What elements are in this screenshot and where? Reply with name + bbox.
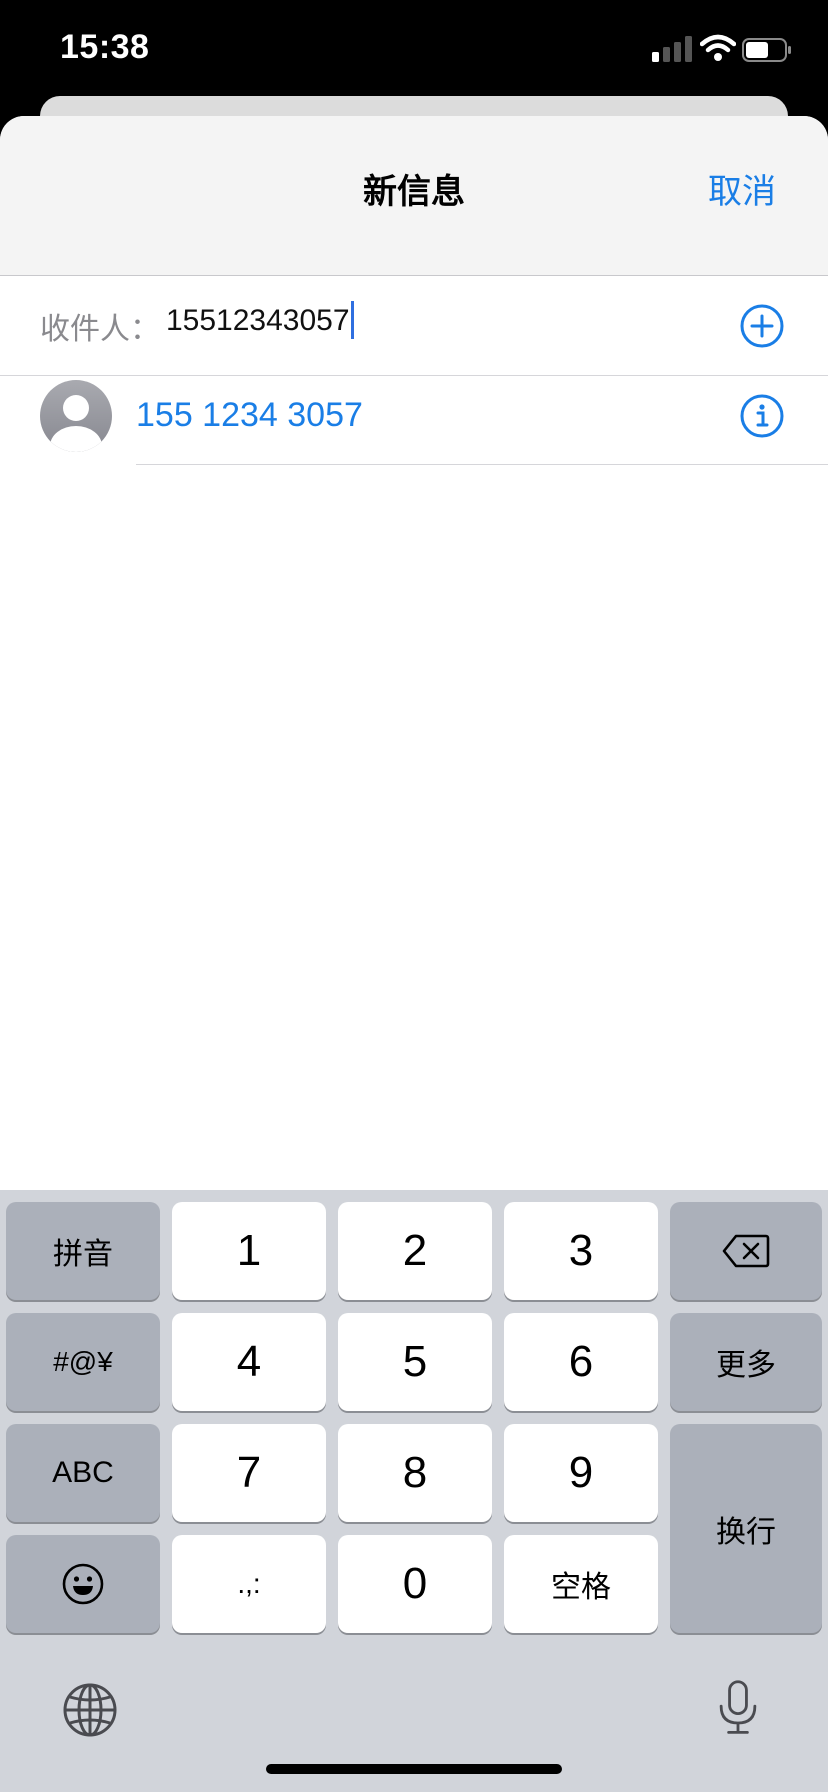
key-4[interactable]: 4 (172, 1313, 326, 1411)
key-label: 5 (402, 1337, 428, 1386)
key-3[interactable]: 3 (504, 1202, 658, 1300)
key-8[interactable]: 8 (338, 1424, 492, 1522)
status-time: 15:38 (60, 28, 150, 66)
key-label: .,: (237, 1568, 261, 1599)
key-label: 空格 (551, 1571, 611, 1604)
contact-suggestion[interactable]: 155 1234 3057 (0, 376, 828, 466)
cancel-button[interactable]: 取消 (708, 164, 776, 213)
key-label: 6 (568, 1337, 594, 1386)
key-more[interactable]: 更多 (670, 1313, 822, 1411)
cellular-signal-icon (652, 36, 692, 62)
keyboard: 拼音 1 2 3 #@¥ 4 5 6 更多 ABC 7 8 9 换行 .,: 0… (0, 1190, 828, 1792)
key-label: 9 (568, 1448, 594, 1497)
recipient-value: 15512343057 (166, 304, 350, 337)
key-2[interactable]: 2 (338, 1202, 492, 1300)
key-emoji[interactable] (6, 1535, 160, 1633)
key-abc[interactable]: ABC (6, 1424, 160, 1522)
microphone-icon[interactable] (708, 1678, 768, 1738)
key-6[interactable]: 6 (504, 1313, 658, 1411)
key-label: 1 (236, 1226, 262, 1275)
suggestion-number: 155 1234 3057 (136, 396, 363, 434)
nav-bar: 新信息 取消 (0, 116, 828, 276)
key-5[interactable]: 5 (338, 1313, 492, 1411)
key-1[interactable]: 1 (172, 1202, 326, 1300)
key-label: 换行 (716, 1515, 776, 1549)
battery-icon (742, 38, 791, 62)
key-pinyin[interactable]: 拼音 (6, 1202, 160, 1300)
separator (136, 464, 828, 465)
key-label: 2 (402, 1226, 428, 1275)
add-contact-icon[interactable] (740, 304, 784, 348)
text-cursor (350, 301, 354, 340)
key-label: ABC (52, 1456, 114, 1489)
info-icon[interactable] (740, 394, 784, 438)
page-title: 新信息 (363, 173, 465, 211)
key-9[interactable]: 9 (504, 1424, 658, 1522)
globe-icon[interactable] (60, 1680, 120, 1740)
avatar-icon (40, 380, 112, 452)
key-punctuation[interactable]: .,: (172, 1535, 326, 1633)
key-label: 8 (402, 1448, 428, 1497)
recipient-row: 收件人： 15512343057 (0, 276, 828, 376)
key-0[interactable]: 0 (338, 1535, 492, 1633)
key-label: 更多 (716, 1349, 776, 1382)
key-label: 7 (236, 1448, 262, 1497)
status-bar: 15:38 (0, 0, 828, 100)
recipient-label: 收件人： (40, 313, 160, 346)
key-label: 拼音 (53, 1238, 113, 1271)
key-symbols[interactable]: #@¥ (6, 1313, 160, 1411)
key-delete[interactable] (670, 1202, 822, 1300)
key-7[interactable]: 7 (172, 1424, 326, 1522)
recipient-input[interactable]: 15512343057 (166, 301, 354, 340)
key-label: #@¥ (53, 1346, 113, 1377)
backspace-icon (722, 1234, 770, 1268)
key-space[interactable]: 空格 (504, 1535, 658, 1633)
key-label: 3 (568, 1226, 594, 1275)
wifi-icon (700, 34, 736, 61)
home-indicator[interactable] (266, 1764, 562, 1774)
key-label: 4 (236, 1337, 262, 1386)
emoji-icon (62, 1563, 104, 1605)
key-label: 0 (402, 1559, 428, 1608)
key-return[interactable]: 换行 (670, 1424, 822, 1633)
